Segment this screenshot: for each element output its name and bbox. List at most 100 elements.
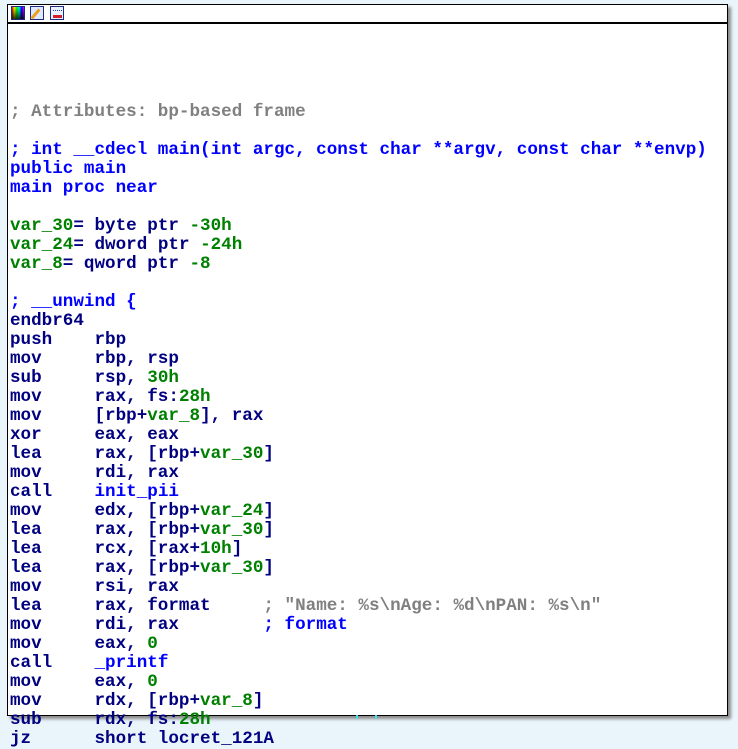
code-line[interactable]: lea rax, [rbp+var_30] — [10, 559, 707, 578]
code-line[interactable]: sub rsp, 30h — [10, 369, 707, 388]
code-line[interactable]: lea rax, [rbp+var_30] — [10, 521, 707, 540]
node-titlebar — [8, 5, 727, 24]
code-line[interactable]: lea rax, [rbp+var_30] — [10, 445, 707, 464]
code-line[interactable]: main proc near — [10, 179, 707, 198]
instruction-text: call — [10, 482, 95, 502]
operand-value[interactable]: var_24 — [200, 501, 263, 521]
operand-value[interactable]: -30h — [190, 216, 232, 236]
instruction-text: lea rax, [rbp+ — [10, 444, 201, 464]
operand-value[interactable]: var_8 — [147, 406, 200, 426]
instruction-text: xor eax, eax — [10, 425, 179, 445]
code-line[interactable] — [10, 65, 707, 84]
operand-value[interactable]: 30h — [147, 368, 179, 388]
code-line[interactable]: endbr64 — [10, 312, 707, 331]
instruction-text: = qword ptr — [62, 254, 190, 274]
code-line[interactable] — [10, 84, 707, 103]
graph-edge — [356, 715, 358, 719]
code-line[interactable]: lea rcx, [rax+10h] — [10, 540, 707, 559]
instruction-text: push rbp — [10, 330, 127, 350]
operand-value[interactable]: 10h — [200, 539, 232, 559]
operand-value[interactable]: -8 — [190, 254, 211, 274]
operand-value[interactable]: var_8 — [200, 691, 253, 711]
disassembly-listing[interactable]: ; Attributes: bp-based frame ; int __cde… — [10, 65, 707, 749]
instruction-text: ] — [263, 501, 274, 521]
code-line[interactable]: mov rbp, rsp — [10, 350, 707, 369]
code-line[interactable]: mov edx, [rbp+var_24] — [10, 502, 707, 521]
operand-value[interactable]: 28h — [179, 710, 211, 730]
code-line[interactable]: mov rax, fs:28h — [10, 388, 707, 407]
instruction-text: sub rdx, fs: — [10, 710, 179, 730]
code-line[interactable]: xor eax, eax — [10, 426, 707, 445]
code-line[interactable]: mov rdi, rax ; format — [10, 616, 707, 635]
instruction-text: mov rdi, rax — [10, 463, 179, 483]
code-line[interactable]: var_8= qword ptr -8 — [10, 255, 707, 274]
operand-value[interactable]: var_30 — [10, 216, 73, 236]
comment: ; Attributes: bp-based frame — [10, 102, 306, 122]
instruction-text: mov eax, — [10, 634, 148, 654]
instruction-text: ] — [231, 539, 243, 559]
color-palette-icon[interactable] — [11, 6, 25, 20]
instruction-text: mov [rbp+ — [10, 406, 148, 426]
code-line[interactable]: lea rax, format ; "Name: %s\nAge: %d\nPA… — [10, 597, 707, 616]
instruction-text: endbr64 — [10, 311, 84, 331]
instruction-text: mov rdx, [rbp+ — [10, 691, 201, 711]
symbol-name[interactable]: ; __unwind { — [10, 292, 137, 312]
code-line[interactable]: mov rsi, rax — [10, 578, 707, 597]
instruction-text: mov eax, — [10, 672, 148, 692]
symbol-name[interactable]: _printf — [94, 653, 168, 673]
graph-node-main[interactable]: ; Attributes: bp-based frame ; int __cde… — [7, 4, 728, 749]
instruction-text: ] — [252, 691, 264, 711]
instruction-text: mov rdi, rax — [10, 615, 264, 635]
code-line[interactable] — [10, 122, 707, 141]
comment: ; "Name: %s\nAge: %d\nPAN: %s\n" — [263, 596, 602, 616]
code-line[interactable] — [10, 198, 707, 217]
instruction-text: ] — [263, 520, 274, 540]
code-line[interactable]: ; __unwind { — [10, 293, 707, 312]
code-line[interactable]: var_30= byte ptr -30h — [10, 217, 707, 236]
code-line[interactable]: call init_pii — [10, 483, 707, 502]
code-line[interactable]: ; Attributes: bp-based frame — [10, 103, 707, 122]
instruction-text: mov rax, fs: — [10, 387, 179, 407]
code-line[interactable]: mov rdi, rax — [10, 464, 707, 483]
graph-edge — [375, 715, 377, 719]
operand-value[interactable]: var_30 — [200, 444, 263, 464]
instruction-text: lea rcx, [rax+ — [10, 539, 201, 559]
instruction-text: jz short locret_121A — [10, 729, 274, 749]
instruction-text: mov edx, [rbp+ — [10, 501, 201, 521]
code-line[interactable] — [10, 274, 707, 293]
instruction-text: ] — [263, 558, 274, 578]
instruction-text: = dword ptr — [73, 235, 201, 255]
code-line[interactable]: mov eax, 0 — [10, 673, 707, 692]
code-line[interactable]: mov eax, 0 — [10, 635, 707, 654]
operand-value[interactable]: -24h — [200, 235, 242, 255]
code-line[interactable]: push rbp — [10, 331, 707, 350]
symbol-name[interactable]: public main — [10, 159, 126, 179]
instruction-text: mov rsi, rax — [10, 577, 179, 597]
graph-layout-icon[interactable] — [50, 6, 64, 20]
code-line[interactable]: mov [rbp+var_8], rax — [10, 407, 707, 426]
instruction-text: call — [10, 653, 95, 673]
operand-value[interactable]: 28h — [179, 387, 211, 407]
symbol-name[interactable]: ; format — [263, 615, 347, 635]
instruction-text: sub rsp, — [10, 368, 148, 388]
operand-value[interactable]: var_24 — [10, 235, 73, 255]
code-line[interactable]: call _printf — [10, 654, 707, 673]
symbol-name[interactable]: init_pii — [94, 482, 178, 502]
instruction-text: lea rax, [rbp+ — [10, 520, 201, 540]
operand-value[interactable]: 0 — [147, 672, 158, 692]
instruction-text: = byte ptr — [73, 216, 190, 236]
code-line[interactable]: jz short locret_121A — [10, 730, 707, 749]
code-line[interactable]: mov rdx, [rbp+var_8] — [10, 692, 707, 711]
symbol-name[interactable]: ; int __cdecl main(int argc, const char … — [10, 140, 707, 160]
instruction-text: ] — [263, 444, 274, 464]
edit-node-icon[interactable] — [30, 6, 44, 20]
code-line[interactable]: var_24= dword ptr -24h — [10, 236, 707, 255]
code-line[interactable]: sub rdx, fs:28h — [10, 711, 707, 730]
operand-value[interactable]: var_30 — [200, 558, 263, 578]
operand-value[interactable]: 0 — [147, 634, 158, 654]
operand-value[interactable]: var_30 — [200, 520, 263, 540]
code-line[interactable]: public main — [10, 160, 707, 179]
operand-value[interactable]: var_8 — [10, 254, 63, 274]
symbol-name[interactable]: main proc near — [10, 178, 158, 198]
code-line[interactable]: ; int __cdecl main(int argc, const char … — [10, 141, 707, 160]
